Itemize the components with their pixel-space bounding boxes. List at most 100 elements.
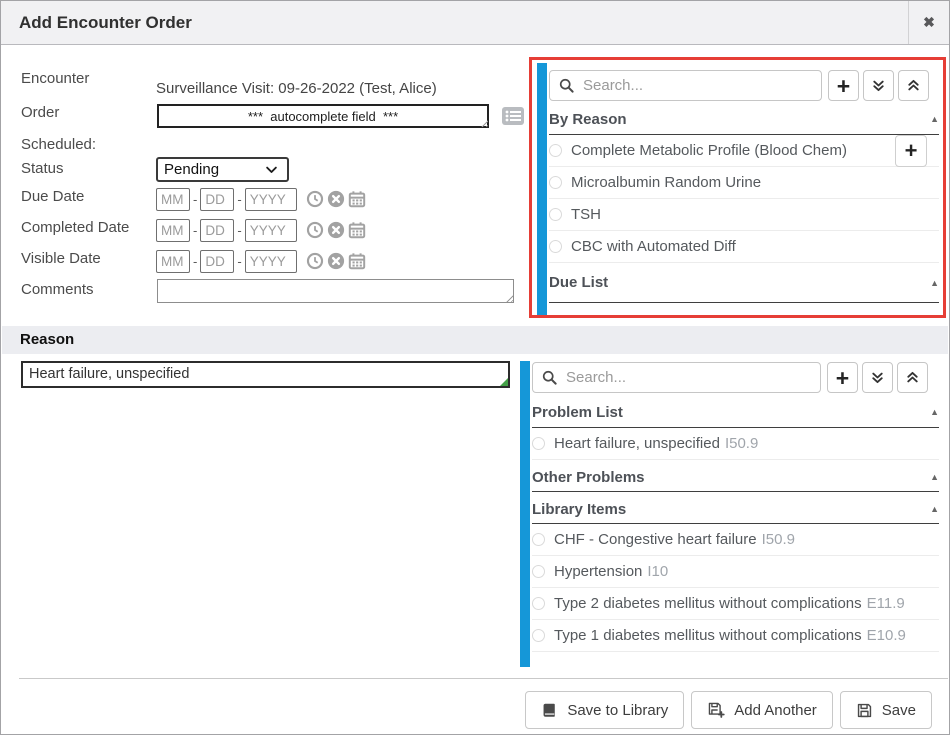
reason-field-wrap: Heart failure, unspecified — [21, 361, 510, 388]
date-separator: - — [193, 192, 197, 207]
double-chevron-down-icon — [870, 77, 887, 94]
radio-icon[interactable] — [532, 629, 545, 642]
radio-icon[interactable] — [549, 176, 562, 189]
section-header-other-problems[interactable]: Other Problems ▲ — [532, 463, 939, 492]
order-search-input[interactable] — [549, 70, 822, 101]
encounter-label: Encounter — [21, 70, 89, 87]
diagnosis-code: I50.9 — [762, 531, 795, 548]
footer-buttons: Save to Library Add Another Save — [525, 691, 932, 729]
collapse-all-button[interactable] — [897, 362, 928, 393]
button-label: Save to Library — [567, 702, 668, 719]
plus-icon: + — [905, 142, 918, 160]
plus-icon: + — [836, 368, 849, 388]
order-list-picker-button[interactable] — [500, 106, 526, 126]
footer-divider — [19, 678, 948, 679]
add-order-button[interactable]: + — [828, 70, 859, 101]
collapse-caret-icon[interactable]: ▲ — [930, 114, 939, 124]
encounter-value: Surveillance Visit: 09-26-2022 (Test, Al… — [156, 80, 437, 97]
section-title: Problem List — [532, 404, 623, 421]
completed-date-day-input[interactable] — [200, 219, 234, 242]
completed-date-row: - - — [156, 218, 366, 242]
order-autocomplete-input[interactable] — [157, 104, 489, 128]
save-button[interactable]: Save — [840, 691, 932, 729]
due-date-year-input[interactable] — [245, 188, 297, 211]
expand-all-button[interactable] — [862, 362, 893, 393]
visible-date-day-input[interactable] — [200, 250, 234, 273]
section-title: Library Items — [532, 501, 626, 518]
scheduled-label: Scheduled: — [21, 136, 96, 153]
clock-icon[interactable] — [306, 221, 324, 239]
visible-date-month-input[interactable] — [156, 250, 190, 273]
double-chevron-down-icon — [869, 369, 886, 386]
radio-icon[interactable] — [532, 533, 545, 546]
calendar-icon[interactable] — [348, 190, 366, 208]
panel-accent-bar — [537, 63, 547, 315]
expand-all-button[interactable] — [863, 70, 894, 101]
list-item[interactable]: CHF - Congestive heart failure I50.9 — [532, 524, 939, 556]
completed-date-year-input[interactable] — [245, 219, 297, 242]
clear-icon[interactable] — [327, 252, 345, 270]
status-label: Status — [21, 160, 64, 177]
reason-search-input[interactable] — [532, 362, 821, 393]
list-item-label: Type 2 diabetes mellitus without complic… — [554, 595, 862, 612]
save-icon — [856, 702, 873, 719]
list-item[interactable]: TSH — [549, 199, 939, 231]
dialog-titlebar: Add Encounter Order ✖ — [1, 1, 949, 45]
reason-section-title: Reason — [20, 326, 74, 354]
save-to-library-button[interactable]: Save to Library — [525, 691, 684, 729]
comments-field-wrap — [157, 279, 514, 303]
status-select[interactable]: Pending — [156, 157, 289, 182]
add-another-button[interactable]: Add Another — [691, 691, 833, 729]
collapse-caret-icon[interactable]: ▲ — [930, 472, 939, 482]
list-item-label: Type 1 diabetes mellitus without complic… — [554, 627, 862, 644]
section-header-by-reason[interactable]: By Reason ▲ — [549, 104, 939, 135]
collapse-all-button[interactable] — [898, 70, 929, 101]
list-item[interactable]: Hypertension I10 — [532, 556, 939, 588]
radio-icon[interactable] — [549, 208, 562, 221]
clock-icon[interactable] — [306, 190, 324, 208]
section-title: By Reason — [549, 111, 627, 128]
clock-icon[interactable] — [306, 252, 324, 270]
section-header-problem-list[interactable]: Problem List ▲ — [532, 397, 939, 428]
collapse-caret-icon[interactable]: ▲ — [930, 278, 939, 288]
add-reason-button[interactable]: + — [827, 362, 858, 393]
clear-icon[interactable] — [327, 190, 345, 208]
radio-icon[interactable] — [549, 240, 562, 253]
order-label: Order — [21, 104, 59, 121]
list-item[interactable]: Heart failure, unspecified I50.9 — [532, 428, 939, 460]
add-item-button[interactable]: + — [895, 135, 927, 167]
due-date-day-input[interactable] — [200, 188, 234, 211]
comments-input[interactable] — [157, 279, 514, 303]
radio-icon[interactable] — [549, 144, 562, 157]
calendar-icon[interactable] — [348, 221, 366, 239]
list-item[interactable]: Complete Metabolic Profile (Blood Chem) — [549, 135, 939, 167]
list-item[interactable]: CBC with Automated Diff — [549, 231, 939, 263]
list-item[interactable]: Type 1 diabetes mellitus without complic… — [532, 620, 939, 652]
visible-date-year-input[interactable] — [245, 250, 297, 273]
completed-date-month-input[interactable] — [156, 219, 190, 242]
clear-icon[interactable] — [327, 221, 345, 239]
radio-icon[interactable] — [532, 437, 545, 450]
section-header-library-items[interactable]: Library Items ▲ — [532, 495, 939, 524]
due-date-month-input[interactable] — [156, 188, 190, 211]
section-header-due-list[interactable]: Due List ▲ — [549, 263, 939, 303]
close-button[interactable]: ✖ — [908, 1, 949, 44]
collapse-caret-icon[interactable]: ▲ — [930, 504, 939, 514]
diagnosis-code: E10.9 — [867, 627, 906, 644]
panel-accent-bar — [520, 361, 530, 667]
calendar-icon[interactable] — [348, 252, 366, 270]
reason-section-bar: Reason — [2, 326, 948, 354]
diagnosis-code: I10 — [647, 563, 668, 580]
radio-icon[interactable] — [532, 565, 545, 578]
diagnosis-code: E11.9 — [867, 595, 905, 612]
reason-input[interactable]: Heart failure, unspecified — [21, 361, 510, 388]
list-item-label: TSH — [571, 206, 601, 223]
radio-icon[interactable] — [532, 597, 545, 610]
date-separator: - — [237, 223, 241, 238]
list-item-label: Heart failure, unspecified — [554, 435, 720, 452]
date-separator: - — [237, 192, 241, 207]
collapse-caret-icon[interactable]: ▲ — [930, 407, 939, 417]
list-item-label: CHF - Congestive heart failure — [554, 531, 757, 548]
list-item[interactable]: Type 2 diabetes mellitus without complic… — [532, 588, 939, 620]
list-item[interactable]: Microalbumin Random Urine — [549, 167, 939, 199]
